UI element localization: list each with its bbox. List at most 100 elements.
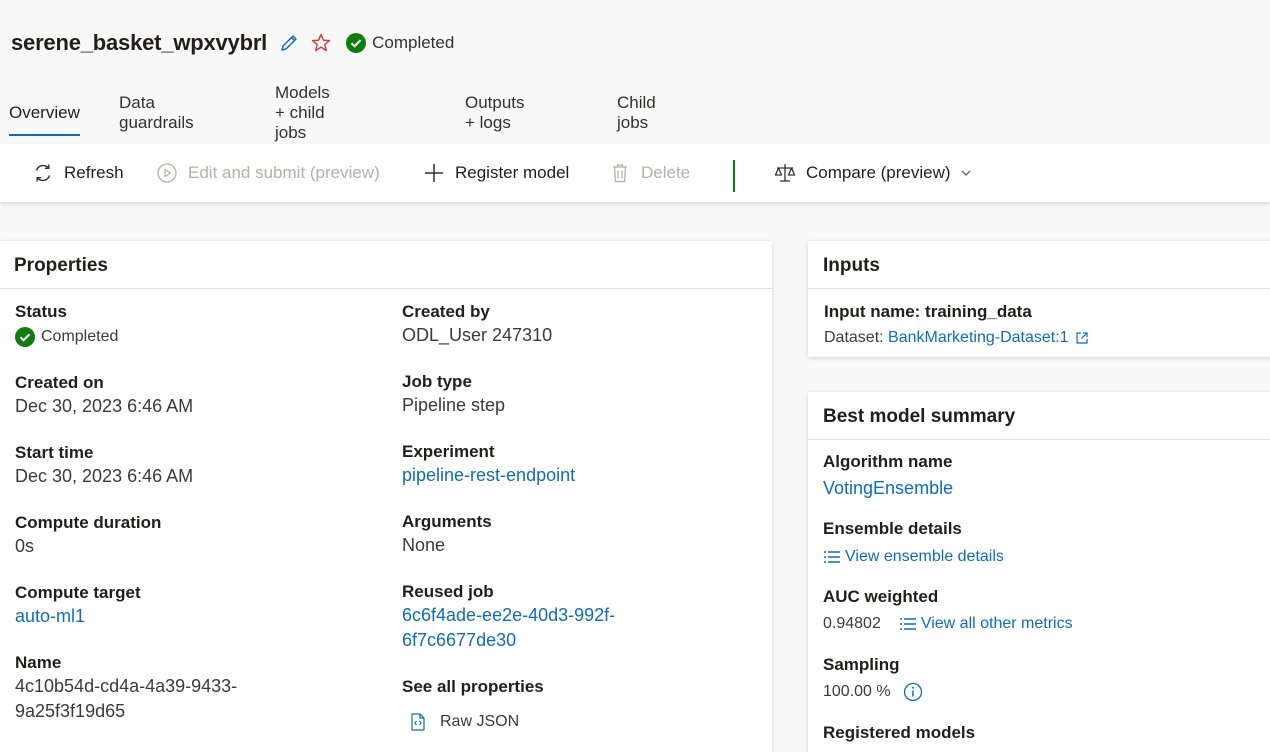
auc-property: AUC weighted 0.94802 View all other metr…	[823, 586, 1073, 635]
trash-icon	[613, 164, 627, 183]
experiment-property: Experiment pipeline-rest-endpoint	[402, 441, 575, 488]
refresh-button[interactable]: Refresh	[32, 158, 124, 188]
view-ensemble-details-link[interactable]: View ensemble details	[823, 546, 1004, 568]
ensemble-row: View ensemble details	[823, 546, 1004, 568]
name-property: Name 4c10b54d-cd4a-4a39-9433- 9a25f3f19d…	[15, 652, 237, 724]
auc-row: 0.94802 View all other metrics	[823, 613, 1073, 635]
sampling-label: Sampling	[823, 655, 900, 674]
created-on-value: Dec 30, 2023 6:46 AM	[15, 396, 194, 416]
dataset-link[interactable]: BankMarketing-Dataset:1	[888, 327, 1089, 349]
created-by-value: ODL_User 247310	[402, 325, 553, 345]
best-model-title: Best model summary	[823, 406, 1016, 427]
compute-duration-value: 0s	[15, 536, 35, 556]
raw-json-button[interactable]: Raw JSON	[408, 711, 544, 733]
plus-icon	[425, 164, 443, 182]
tab-models-child-jobs[interactable]: Models + child jobs	[275, 83, 330, 142]
inputs-card: Inputs Input name: training_data Dataset…	[808, 241, 1270, 357]
ensemble-property: Ensemble details View ensemble details	[823, 518, 1004, 568]
name-value-line1: 4c10b54d-cd4a-4a39-9433-	[15, 676, 238, 696]
created-by-property: Created by ODL_User 247310	[402, 301, 552, 348]
inputs-title: Inputs	[823, 255, 880, 276]
check-circle-icon	[346, 33, 367, 53]
refresh-icon	[35, 164, 51, 182]
start-time-value: Dec 30, 2023 6:46 AM	[15, 466, 194, 486]
ensemble-label: Ensemble details	[823, 519, 962, 538]
view-ensemble-details-text: View ensemble details	[845, 548, 1004, 565]
dataset-link-text: BankMarketing-Dataset:1	[888, 329, 1069, 346]
arguments-property: Arguments None	[402, 511, 492, 558]
compute-target-label: Compute target	[15, 583, 141, 602]
register-model-label: Register model	[455, 163, 570, 182]
status-badge: Completed	[346, 33, 454, 53]
sampling-row: 100.00 %	[823, 681, 923, 703]
reused-job-link-line1[interactable]: 6c6f4ade-ee2e-40d3-992f-	[402, 603, 615, 628]
check-circle-icon	[15, 327, 35, 347]
view-all-metrics-text: View all other metrics	[920, 615, 1073, 632]
algorithm-label: Algorithm name	[823, 452, 953, 471]
card-separator	[808, 439, 1270, 440]
register-model-button[interactable]: Register model	[423, 158, 569, 188]
edit-and-submit-button[interactable]: Edit and submit (preview)	[156, 158, 380, 188]
reused-job-link-line2[interactable]: 6f7c6677de30	[402, 628, 615, 653]
name-label: Name	[15, 653, 62, 672]
card-separator	[0, 288, 772, 289]
input-name: Input name: training_data	[824, 302, 1032, 321]
play-circle-icon	[157, 163, 177, 183]
tab-data-guardrails[interactable]: Data guardrails	[119, 90, 194, 136]
view-all-metrics-link[interactable]: View all other metrics	[899, 613, 1073, 635]
name-value-line2: 9a25f3f19d65	[15, 701, 126, 721]
info-icon[interactable]	[903, 682, 923, 702]
reused-job-label: Reused job	[402, 582, 494, 601]
experiment-label: Experiment	[402, 442, 495, 461]
star-favorite-icon[interactable]	[309, 31, 333, 55]
tab-outputs-logs[interactable]: Outputs + logs	[465, 90, 525, 136]
card-separator	[808, 288, 1270, 289]
list-icon	[899, 618, 916, 630]
see-all-label: See all properties	[402, 677, 544, 696]
status-text: Completed	[372, 33, 455, 52]
refresh-label: Refresh	[64, 163, 124, 182]
compare-preview-button[interactable]: Compare (preview)	[774, 158, 973, 188]
job-type-label: Job type	[402, 372, 472, 391]
tab-child-jobs[interactable]: Child jobs	[617, 90, 656, 136]
best-model-summary-card: Best model summary Algorithm name Voting…	[808, 392, 1270, 752]
raw-json-label: Raw JSON	[440, 713, 520, 730]
compute-target-link[interactable]: auto-ml1	[15, 604, 141, 629]
start-time-property: Start time Dec 30, 2023 6:46 AM	[15, 442, 193, 489]
created-by-label: Created by	[402, 302, 490, 321]
edit-and-submit-label: Edit and submit (preview)	[188, 163, 380, 182]
auc-label: AUC weighted	[823, 587, 939, 606]
delete-button[interactable]: Delete	[609, 158, 690, 188]
title-row: serene_basket_wpxvybrl Completed	[11, 28, 454, 58]
status-value: Completed	[15, 326, 118, 348]
compare-label: Compare (preview)	[806, 163, 951, 182]
properties-title: Properties	[14, 255, 108, 276]
json-file-icon	[411, 713, 425, 731]
input-entry: Input name: training_data Dataset: BankM…	[824, 301, 1089, 349]
status-value-text: Completed	[41, 328, 119, 345]
pencil-edit-icon[interactable]	[277, 31, 301, 55]
algorithm-link[interactable]: VotingEnsemble	[823, 476, 953, 501]
arguments-value: None	[402, 535, 446, 555]
created-on-property: Created on Dec 30, 2023 6:46 AM	[15, 372, 193, 419]
registered-models-property: Registered models	[823, 722, 975, 744]
job-type-value: Pipeline step	[402, 395, 506, 415]
job-header: serene_basket_wpxvybrl Completed Overvie…	[0, 0, 1270, 143]
compute-duration-label: Compute duration	[15, 513, 162, 532]
see-all-properties: See all properties Raw JSON	[402, 676, 544, 733]
scale-balance-icon	[774, 164, 796, 182]
command-toolbar: Refresh Edit and submit (preview) Regist…	[0, 144, 1270, 202]
auc-value: 0.94802	[823, 615, 881, 632]
reused-job-property: Reused job 6c6f4ade-ee2e-40d3-992f- 6f7c…	[402, 581, 615, 653]
sampling-property: Sampling 100.00 %	[823, 654, 923, 703]
open-external-icon	[1075, 332, 1088, 344]
experiment-link[interactable]: pipeline-rest-endpoint	[402, 463, 575, 488]
status-property: Status Completed	[15, 301, 118, 348]
registered-models-label: Registered models	[823, 723, 976, 742]
compute-duration-property: Compute duration 0s	[15, 512, 161, 559]
created-on-label: Created on	[15, 373, 104, 392]
tab-overview[interactable]: Overview	[9, 90, 80, 136]
algorithm-property: Algorithm name VotingEnsemble	[823, 451, 953, 501]
list-icon	[824, 551, 840, 563]
job-type-property: Job type Pipeline step	[402, 371, 505, 418]
